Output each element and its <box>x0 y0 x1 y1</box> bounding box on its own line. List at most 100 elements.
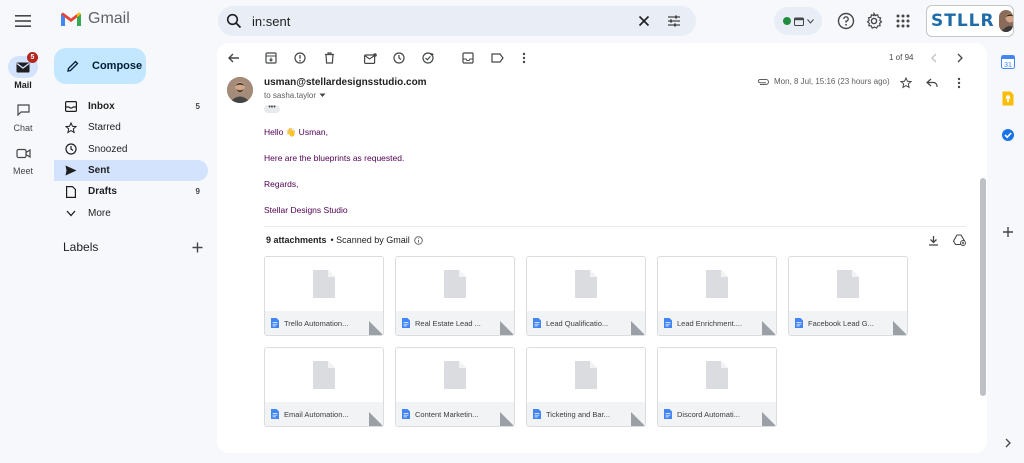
attachment-tile[interactable]: Discord Automati... <box>657 347 777 427</box>
attachment-tile[interactable]: Email Automation... <box>264 347 384 427</box>
recipient-text: to sasha.taylor <box>264 91 317 100</box>
label-tag-icon[interactable] <box>490 51 504 65</box>
nav-item-starred[interactable]: Starred <box>54 117 208 138</box>
nav-item-sent[interactable]: Sent <box>54 159 208 182</box>
sender-email[interactable]: usman@stellardesignsstudio.com <box>264 77 427 88</box>
nav-item-snoozed[interactable]: Snoozed <box>54 139 208 160</box>
file-placeholder-icon <box>313 270 335 298</box>
attachments-header: 9 attachments • Scanned by Gmail <box>266 235 423 245</box>
older-chevron-icon[interactable] <box>953 51 967 65</box>
nav-item-inbox[interactable]: Inbox 5 <box>54 96 208 117</box>
body-line: Here are the blueprints as requested. <box>264 153 405 163</box>
message-more-icon[interactable] <box>952 76 966 90</box>
attachment-clip-icon <box>757 78 769 85</box>
page-curl <box>893 321 907 335</box>
account-avatar <box>998 10 1013 32</box>
file-placeholder-icon <box>706 270 728 298</box>
report-spam-icon[interactable] <box>293 51 307 65</box>
add-to-drive-icon[interactable] <box>952 233 966 247</box>
apps-grid-icon[interactable] <box>893 11 913 31</box>
archive-icon[interactable] <box>264 51 278 65</box>
search-icon[interactable] <box>226 13 242 29</box>
active-status-dot <box>782 17 791 25</box>
attachments-divider <box>264 226 966 227</box>
search-options-icon[interactable] <box>666 13 682 29</box>
calendar-status-icon <box>793 17 804 26</box>
attachment-preview <box>396 257 514 311</box>
attachment-tile[interactable]: Lead Enrichment.... <box>657 256 777 336</box>
attachment-footer: Trello Automation... <box>265 311 383 335</box>
draft-file-icon <box>64 185 78 199</box>
recipient-line[interactable]: to sasha.taylor <box>264 91 326 100</box>
add-app-icon[interactable] <box>1000 224 1016 240</box>
rail-chat[interactable]: Chat <box>0 99 46 133</box>
snooze-clock-icon[interactable] <box>392 51 406 65</box>
nav-item-drafts[interactable]: Drafts 9 <box>54 181 208 202</box>
back-arrow-icon[interactable] <box>227 51 241 65</box>
brand-logo: STLLR <box>931 11 995 31</box>
attachment-preview <box>527 257 645 311</box>
attachment-filename: Ticketing and Bar... <box>546 409 610 419</box>
attachment-tile[interactable]: Lead Qualificatio... <box>526 256 646 336</box>
mail-icon <box>16 62 30 72</box>
reply-icon[interactable] <box>925 76 939 90</box>
settings-gear-icon[interactable] <box>864 11 884 31</box>
keep-app-icon[interactable] <box>1000 90 1016 106</box>
newer-chevron-icon[interactable] <box>926 51 940 65</box>
info-icon[interactable] <box>413 235 423 245</box>
calendar-app-icon[interactable]: 31 <box>1000 54 1016 70</box>
page-curl <box>500 321 514 335</box>
attachment-tile[interactable]: Trello Automation... <box>264 256 384 336</box>
attachment-tile[interactable]: Content Marketin... <box>395 347 515 427</box>
svg-text:31: 31 <box>1004 62 1012 69</box>
attachment-footer: Content Marketin... <box>396 402 514 426</box>
mark-unread-icon[interactable] <box>363 51 377 65</box>
rail-meet[interactable]: Meet <box>0 142 46 176</box>
delete-icon[interactable] <box>322 51 336 65</box>
page-curl <box>369 412 383 426</box>
expand-side-panel-icon[interactable] <box>1000 435 1016 451</box>
chat-icon <box>16 104 30 116</box>
search-bar[interactable]: in:sent <box>218 6 696 36</box>
add-label-icon[interactable] <box>192 242 203 253</box>
google-doc-icon <box>402 409 410 419</box>
attachment-tile[interactable]: Ticketing and Bar... <box>526 347 646 427</box>
attachment-tile[interactable]: Facebook Lead G... <box>788 256 908 336</box>
clear-search-icon[interactable] <box>636 13 652 29</box>
panel-scrollbar[interactable] <box>980 178 986 396</box>
clock-icon <box>64 142 78 156</box>
file-placeholder-icon <box>575 270 597 298</box>
download-all-icon[interactable] <box>926 233 940 247</box>
pencil-icon <box>67 60 79 72</box>
google-doc-icon <box>795 318 803 328</box>
sender-avatar[interactable] <box>227 77 253 103</box>
rail-meet-label: Meet <box>12 166 33 176</box>
add-to-tasks-icon[interactable] <box>421 51 435 65</box>
tasks-app-icon[interactable] <box>1000 127 1016 143</box>
file-placeholder-icon <box>444 270 466 298</box>
chevron-down-icon <box>806 18 814 24</box>
search-input[interactable]: in:sent <box>252 14 636 29</box>
date-line: Mon, 8 Jul, 15:16 (23 hours ago) <box>757 77 890 86</box>
status-selector[interactable] <box>774 7 822 35</box>
main-menu-icon[interactable] <box>11 9 35 33</box>
more-vert-icon[interactable] <box>517 51 531 65</box>
attachment-tile[interactable]: Real Estate Lead ... <box>395 256 515 336</box>
account-switcher[interactable]: STLLR <box>926 5 1014 37</box>
star-message-icon[interactable] <box>899 76 913 90</box>
nav-label: Snoozed <box>88 143 128 155</box>
attachment-filename: Lead Enrichment.... <box>677 318 743 328</box>
rail-mail[interactable]: 5 Mail <box>0 52 46 90</box>
show-trimmed-content[interactable]: ••• <box>264 104 280 113</box>
compose-button[interactable]: Compose <box>54 48 146 84</box>
gmail-m-icon <box>61 12 81 26</box>
rail-mail-label: Mail <box>14 80 32 90</box>
page-curl <box>631 321 645 335</box>
folder-nav: Inbox 5 Starred Snoozed Sent Drafts 9 Mo… <box>54 96 208 224</box>
help-icon[interactable] <box>836 11 856 31</box>
gmail-logo[interactable]: Gmail <box>60 10 130 28</box>
google-doc-icon <box>533 409 541 419</box>
google-doc-icon <box>664 409 672 419</box>
nav-item-more[interactable]: More <box>54 202 208 223</box>
move-to-icon[interactable] <box>461 51 475 65</box>
